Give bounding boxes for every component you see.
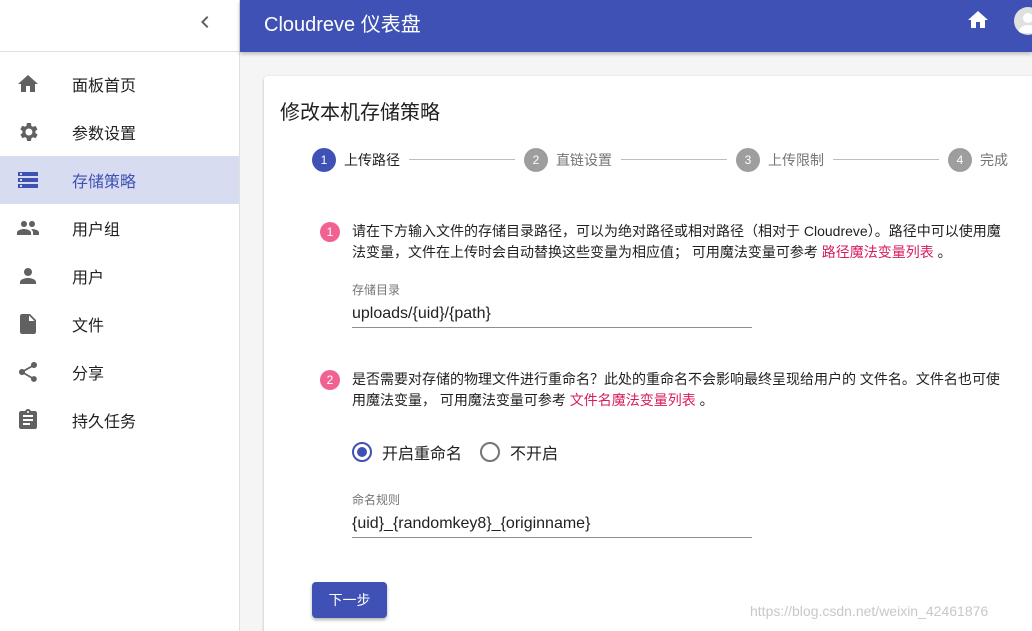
sidebar-item-users[interactable]: 用户 [0,252,239,300]
sidebar-item-storage-policy[interactable]: 存储策略 [0,156,239,204]
storage-dir-input[interactable] [352,300,752,328]
task-icon [16,408,40,432]
sidebar-item-tasks[interactable]: 持久任务 [0,396,239,444]
radio-unchecked-icon [480,442,500,462]
step-number: 2 [524,148,548,172]
step-connector [621,159,727,160]
watermark: https://blog.csdn.net/weixin_42461876 [750,603,989,619]
step-label: 直链设置 [556,152,612,168]
rename-on-radio[interactable]: 开启重命名 [352,440,462,464]
step-number: 4 [948,148,972,172]
step-upload-limit[interactable]: 3 上传限制 [736,148,824,172]
policy-edit-card: 修改本机存储策略 1 上传路径 2 直链设置 3 上传限制 4 完成 1 请在下… [264,76,1032,631]
description-suffix: 。 [695,392,714,408]
path-magic-vars-link[interactable]: 路径魔法变量列表 [822,244,934,260]
sidebar-item-label: 存储策略 [72,174,137,191]
person-icon [16,264,40,288]
section-number-badge: 2 [320,370,340,390]
step-finish[interactable]: 4 完成 [948,148,1008,172]
home-icon[interactable] [966,8,990,32]
chevron-left-icon[interactable] [193,10,217,34]
sidebar-item-label: 用户 [72,270,105,287]
next-button[interactable]: 下一步 [312,582,387,618]
step-label: 上传路径 [344,152,400,168]
radio-checked-icon [352,442,372,462]
group-icon [16,216,40,240]
sidebar-item-label: 面板首页 [72,78,137,95]
storage-icon [16,168,40,192]
sidebar-header [0,0,239,52]
page-title: 修改本机存储策略 [280,102,440,124]
sidebar-item-files[interactable]: 文件 [0,300,239,348]
radio-label: 不开启 [510,446,559,463]
section-number-badge: 1 [320,222,340,242]
home-icon [16,72,40,96]
rename-off-radio[interactable]: 不开启 [480,440,558,464]
radio-label: 开启重命名 [382,446,463,463]
section-description: 是否需要对存储的物理文件进行重命名？此处的重命名不会影响最终呈现给用户的 文件名… [352,369,1012,411]
step-connector [409,159,515,160]
step-label: 完成 [980,152,1008,168]
stepper: 1 上传路径 2 直链设置 3 上传限制 4 完成 [312,148,1012,172]
sidebar-item-label: 文件 [72,318,105,335]
app-title: Cloudreve 仪表盘 [264,14,421,36]
section-description: 请在下方输入文件的存储目录路径，可以为绝对路径或相对路径（相对于 Cloudre… [352,221,1012,263]
storage-dir-label: 存储目录 [352,283,401,297]
app-bar: Cloudreve 仪表盘 [240,0,1032,52]
description-suffix: 。 [933,244,952,260]
sidebar-item-user-groups[interactable]: 用户组 [0,204,239,252]
sidebar: 面板首页 参数设置 存储策略 用户组 用户 文件 分享 持久任务 [0,0,240,631]
avatar[interactable] [1014,7,1032,35]
step-label: 上传限制 [768,152,824,168]
step-number: 1 [312,148,336,172]
sidebar-item-label: 持久任务 [72,414,137,431]
naming-rule-input[interactable] [352,510,752,538]
step-number: 3 [736,148,760,172]
file-icon [16,312,40,336]
sidebar-item-settings[interactable]: 参数设置 [0,108,239,156]
sidebar-item-shares[interactable]: 分享 [0,348,239,396]
step-direct-link[interactable]: 2 直链设置 [524,148,612,172]
share-icon [16,360,40,384]
sidebar-item-label: 用户组 [72,222,121,239]
sidebar-item-label: 分享 [72,366,105,383]
filename-magic-vars-link[interactable]: 文件名魔法变量列表 [570,392,696,408]
gear-icon [16,120,40,144]
step-connector [833,159,939,160]
sidebar-item-label: 参数设置 [72,126,137,143]
sidebar-item-dashboard[interactable]: 面板首页 [0,60,239,108]
naming-rule-label: 命名规则 [352,493,401,507]
step-upload-path[interactable]: 1 上传路径 [312,148,400,172]
sidebar-nav: 面板首页 参数设置 存储策略 用户组 用户 文件 分享 持久任务 [0,52,239,444]
